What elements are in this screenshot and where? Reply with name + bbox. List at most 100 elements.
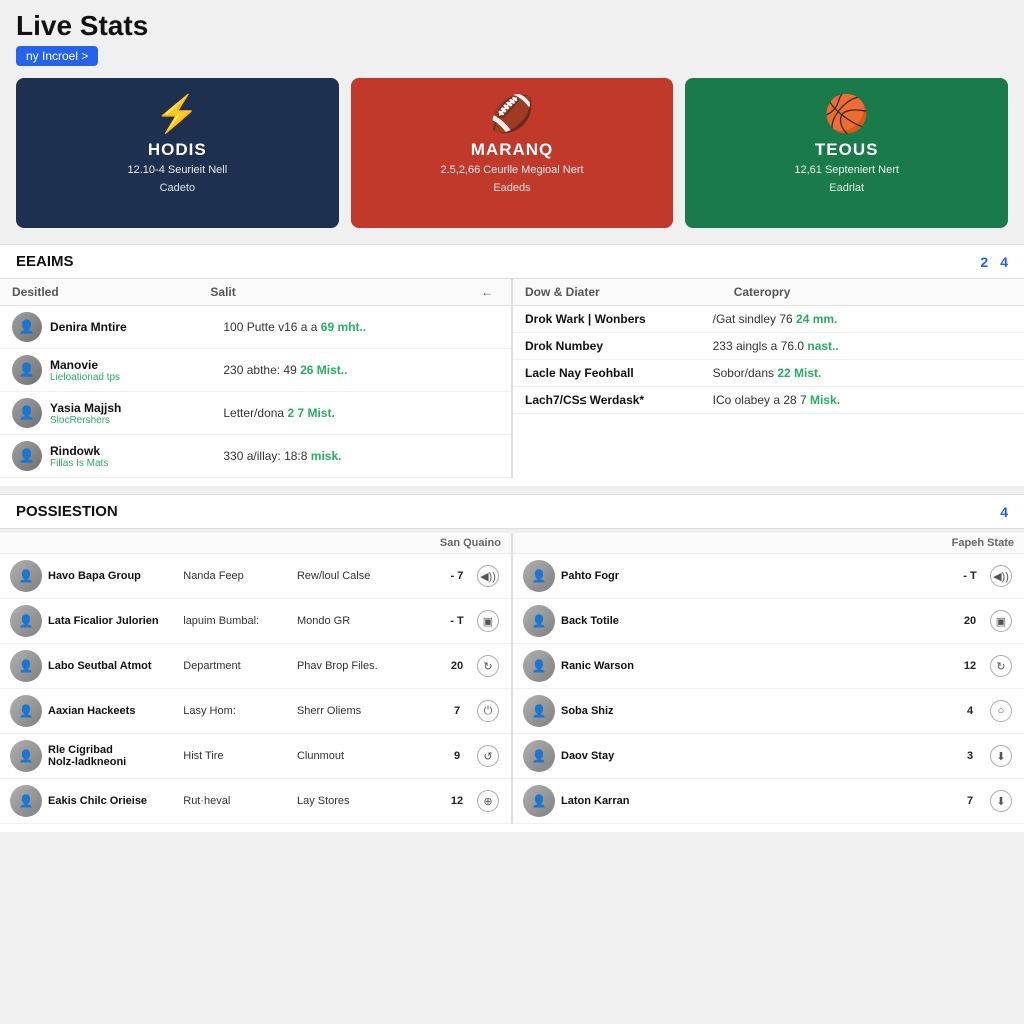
poss-left-table-row: 👤 Rle CigribadNolz-ladkneoni Hist Tire C… <box>0 734 511 779</box>
poss-player-name: Soba Shiz <box>561 705 950 717</box>
poss-col2: Clunmout <box>297 750 437 762</box>
poss-icon[interactable]: ○ <box>990 700 1014 722</box>
poss-left-table-row: 👤 Havo Bapa Group Nanda Feep Rew/loul Ca… <box>0 554 511 599</box>
teams-table-area: Desitled Salit ← 👤 Denira Mntire 100 Put… <box>0 279 1024 486</box>
poss-avatar: 👤 <box>523 740 555 772</box>
poss-icon-button[interactable]: ○ <box>990 700 1012 722</box>
poss-icon[interactable]: ⊕ <box>477 790 501 812</box>
poss-avatar: 👤 <box>523 605 555 637</box>
poss-num: - T <box>443 615 471 627</box>
poss-right-table-row: 👤 Back Totile 20 ▣ <box>513 599 1024 644</box>
maranq-status: Eadeds <box>493 182 530 194</box>
hodis-status: Cadeto <box>160 182 195 194</box>
poss-right-table-row: 👤 Pahto Fogr - T ◀)) <box>513 554 1024 599</box>
poss-col1: Nanda Feep <box>183 570 291 582</box>
poss-avatar: 👤 <box>10 650 42 682</box>
poss-icon-button[interactable]: ◀)) <box>990 565 1012 587</box>
poss-icon[interactable]: ⏻ <box>477 700 501 722</box>
poss-icon-button[interactable]: ↻ <box>477 655 499 677</box>
poss-icon[interactable]: ↻ <box>990 655 1014 677</box>
teous-icon: 🏀 <box>824 96 869 132</box>
poss-icon-button[interactable]: ⬇ <box>990 745 1012 767</box>
table-row: 👤 Rindowk Fillas Is Mats 330 a/illay: 18… <box>0 435 511 478</box>
poss-player-name: Eakis Chilc Orieise <box>48 795 177 807</box>
poss-right-table-row: 👤 Ranic Warson 12 ↻ <box>513 644 1024 689</box>
poss-icon[interactable]: ↻ <box>477 655 501 677</box>
event-info: Lach7/CS≤ Werdask* <box>525 393 705 407</box>
event-name: Drok Numbey <box>525 339 705 353</box>
player-team: Lieloationad tps <box>50 372 215 383</box>
player-info: Rindowk Fillas Is Mats <box>50 444 215 469</box>
poss-avatar: 👤 <box>523 560 555 592</box>
poss-icon[interactable]: ⬇ <box>990 745 1014 767</box>
poss-col2: Rew/loul Calse <box>297 570 437 582</box>
poss-col1: Hist Tire <box>183 750 291 762</box>
poss-col1: Lasy Hom: <box>183 705 291 717</box>
poss-col1: lapuim Bumbal: <box>183 615 291 627</box>
poss-num: 12 <box>956 660 984 672</box>
teams-num-2[interactable]: 2 <box>980 254 988 270</box>
maranq-name: MARANQ <box>471 140 554 160</box>
poss-avatar: 👤 <box>10 785 42 817</box>
poss-icon-button[interactable]: ⊕ <box>477 790 499 812</box>
team-card-hodis[interactable]: ⚡ HODIS 12.10-4 Seurieit Nell Cadeto <box>16 78 339 228</box>
col-arrow-header[interactable]: ← <box>475 285 499 299</box>
poss-num: 9 <box>443 750 471 762</box>
table-row: Drok Numbey 233 aingls a 76.0 nast.. <box>513 333 1024 360</box>
poss-icon-button[interactable]: ▣ <box>477 610 499 632</box>
possession-left-col: San Quaino 👤 Havo Bapa Group Nanda Feep … <box>0 533 513 824</box>
poss-col2: Mondo GR <box>297 615 437 627</box>
poss-icon[interactable]: ▣ <box>990 610 1014 632</box>
col-category-header: Cateropry <box>734 285 1012 299</box>
col-event-header: Dow & Diater <box>525 285 734 299</box>
poss-left-table-row: 👤 Lata Ficalior Julorien lapuim Bumbal: … <box>0 599 511 644</box>
possession-num[interactable]: 4 <box>1000 504 1008 520</box>
poss-icon-button[interactable]: ⏻ <box>477 700 499 722</box>
possession-columns: San Quaino 👤 Havo Bapa Group Nanda Feep … <box>0 533 1024 824</box>
poss-col1: Department <box>183 660 291 672</box>
poss-player-name: Pahto Fogr <box>561 570 950 582</box>
breadcrumb-button[interactable]: ny Incroel > <box>16 46 98 66</box>
poss-num: 20 <box>443 660 471 672</box>
poss-icon[interactable]: ◀)) <box>990 565 1014 587</box>
poss-icon[interactable]: ▣ <box>477 610 501 632</box>
player-name: Rindowk <box>50 444 215 458</box>
poss-left-rows: 👤 Havo Bapa Group Nanda Feep Rew/loul Ca… <box>0 554 511 824</box>
page-title: Live Stats <box>16 10 1008 42</box>
poss-col2: Phav Brop Files. <box>297 660 437 672</box>
poss-right-rows: 👤 Pahto Fogr - T ◀)) 👤 Back Totile 20 ▣ … <box>513 554 1024 824</box>
event-info: Lacle Nay Feohball <box>525 366 705 380</box>
poss-num: 7 <box>956 795 984 807</box>
table-row: Lacle Nay Feohball Sobor/dans 22 Mist. <box>513 360 1024 387</box>
player-team: Fillas Is Mats <box>50 458 215 469</box>
poss-avatar: 👤 <box>10 605 42 637</box>
table-row: Lach7/CS≤ Werdask* ICo olabey a 28 7 Mis… <box>513 387 1024 414</box>
player-stat: 330 a/illay: 18:8 misk. <box>223 449 499 463</box>
poss-icon-button[interactable]: ◀)) <box>477 565 499 587</box>
poss-icon-button[interactable]: ▣ <box>990 610 1012 632</box>
player-team: SlocRershers <box>50 415 215 426</box>
poss-left-hdr-label: San Quaino <box>440 537 501 549</box>
table-row: 👤 Yasia Majjsh SlocRershers Letter/dona … <box>0 392 511 435</box>
teams-section-title: EEAIMS <box>16 253 74 270</box>
poss-player-name: Back Totile <box>561 615 950 627</box>
poss-icon-button[interactable]: ↻ <box>990 655 1012 677</box>
poss-icon[interactable]: ◀)) <box>477 565 501 587</box>
team-card-teous[interactable]: 🏀 TEOUS 12,61 Septeniert Nert Eadrlat <box>685 78 1008 228</box>
event-stat: 233 aingls a 76.0 nast.. <box>713 339 1012 353</box>
poss-icon[interactable]: ↺ <box>477 745 501 767</box>
poss-icon-button[interactable]: ⬇ <box>990 790 1012 812</box>
possession-section-header: POSSIESTION 4 <box>0 494 1024 529</box>
avatar: 👤 <box>12 398 42 428</box>
avatar: 👤 <box>12 355 42 385</box>
table-row: Drok Wark | Wonbers /Gat sindley 76 24 m… <box>513 306 1024 333</box>
poss-icon[interactable]: ⬇ <box>990 790 1014 812</box>
teams-num-4[interactable]: 4 <box>1000 254 1008 270</box>
col-player-header: Desitled <box>12 285 210 299</box>
poss-icon-button[interactable]: ↺ <box>477 745 499 767</box>
possession-section-title: POSSIESTION <box>16 503 118 520</box>
poss-num: - T <box>956 570 984 582</box>
team-card-maranq[interactable]: 🏈 MARANQ 2.5,2,66 Ceurlle Megioal Nert E… <box>351 78 674 228</box>
poss-player-name: Aaxian Hackeets <box>48 705 177 717</box>
player-stat: 100 Putte v16 a a 69 mht.. <box>223 320 499 334</box>
